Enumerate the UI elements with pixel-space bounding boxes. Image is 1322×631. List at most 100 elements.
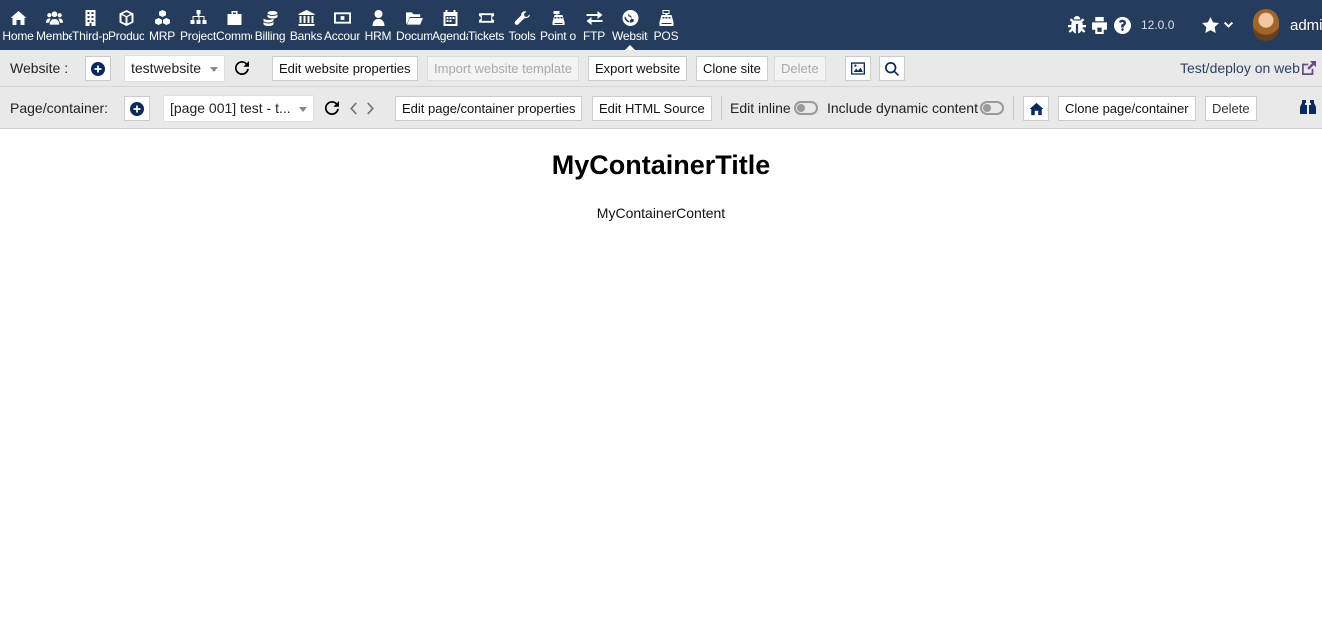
previous-page-icon[interactable] bbox=[347, 100, 359, 116]
menu-members[interactable]: Members bbox=[36, 0, 72, 50]
media-browser-button[interactable] bbox=[845, 56, 871, 81]
menu-billing[interactable]: Billing bbox=[252, 0, 288, 50]
menu-documents[interactable]: Documents bbox=[396, 0, 432, 50]
external-link-icon[interactable] bbox=[1301, 60, 1317, 76]
binoculars-icon[interactable] bbox=[1299, 99, 1317, 115]
refresh-icon[interactable] bbox=[323, 99, 341, 117]
menu-accounting[interactable]: Accounting bbox=[324, 0, 360, 50]
menu-mrp[interactable]: MRP bbox=[144, 0, 180, 50]
add-website-button[interactable] bbox=[85, 56, 111, 81]
menu-agenda[interactable]: Agenda bbox=[432, 0, 468, 50]
website-label: Website : bbox=[10, 60, 69, 76]
import-website-template-button[interactable]: Import website template bbox=[427, 56, 580, 81]
export-website-button[interactable]: Export website bbox=[588, 56, 688, 81]
members-icon bbox=[36, 10, 72, 26]
home-icon bbox=[0, 10, 36, 26]
building-icon bbox=[72, 10, 108, 26]
edit-inline-toggle[interactable] bbox=[794, 101, 818, 115]
menu-home-label: Home bbox=[2, 29, 34, 43]
next-page-icon[interactable] bbox=[364, 100, 376, 116]
test-deploy-link[interactable]: Test/deploy on web bbox=[1180, 60, 1300, 76]
include-dynamic-content-label: Include dynamic content bbox=[827, 100, 978, 116]
clone-site-button[interactable]: Clone site bbox=[696, 56, 768, 81]
menu-projects-label: Projects bbox=[180, 29, 216, 43]
menu-websites[interactable]: Websites bbox=[612, 0, 648, 50]
refresh-icon[interactable] bbox=[233, 59, 251, 77]
plus-circle-icon bbox=[130, 101, 144, 116]
edit-page-properties-button[interactable]: Edit page/container properties bbox=[395, 96, 583, 121]
menu-pos[interactable]: POS bbox=[648, 0, 684, 50]
page-container-toolbar: Page/container: [page 001] test - t... E… bbox=[0, 87, 1322, 129]
page-container-label: Page/container: bbox=[10, 100, 109, 116]
coins-icon bbox=[252, 10, 288, 26]
dynamic-content-toggle[interactable] bbox=[980, 101, 1004, 115]
toolbar-divider bbox=[1013, 96, 1014, 120]
menu-agenda-label: Agenda bbox=[432, 29, 468, 43]
user-tie-icon bbox=[360, 10, 396, 26]
container-title: MyContainerTitle bbox=[551, 150, 771, 180]
chevron-down-icon[interactable] bbox=[1223, 0, 1234, 50]
menu-tools[interactable]: Tools bbox=[504, 0, 540, 50]
menu-products[interactable]: Products bbox=[108, 0, 144, 50]
website-toolbar: Website : testwebsite Edit website prope… bbox=[0, 50, 1322, 87]
wrench-icon bbox=[504, 10, 540, 26]
help-icon[interactable] bbox=[1114, 0, 1131, 50]
clone-page-button[interactable]: Clone page/container bbox=[1058, 96, 1196, 121]
container-content: MyContainerContent bbox=[596, 205, 726, 221]
menu-documents-label: Documents bbox=[396, 29, 432, 43]
edit-website-properties-button[interactable]: Edit website properties bbox=[272, 56, 418, 81]
cube-icon bbox=[108, 10, 144, 26]
user-avatar-button[interactable] bbox=[1253, 0, 1279, 50]
menu-projects[interactable]: Projects bbox=[180, 0, 216, 50]
menu-point-of-sale[interactable]: Point of sale bbox=[540, 0, 576, 50]
search-icon bbox=[885, 61, 899, 76]
toolbar-divider bbox=[721, 96, 722, 120]
sitemap-icon bbox=[180, 10, 216, 26]
menu-billing-label: Billing bbox=[254, 29, 286, 43]
menu-members-label: Members bbox=[36, 29, 72, 43]
set-home-page-button[interactable] bbox=[1023, 96, 1049, 121]
menu-websites-label: Websites bbox=[612, 29, 648, 43]
menu-tickets[interactable]: Tickets bbox=[468, 0, 504, 50]
menu-point-of-sale-label: Point of sale bbox=[540, 29, 576, 43]
image-icon bbox=[851, 62, 865, 75]
edit-html-source-button[interactable]: Edit HTML Source bbox=[592, 96, 712, 121]
pos-icon bbox=[648, 10, 684, 26]
bug-icon[interactable] bbox=[1068, 0, 1086, 50]
page-select-value: [page 001] test - t... bbox=[170, 100, 291, 116]
briefcase-icon bbox=[216, 10, 252, 26]
folder-open-icon bbox=[396, 10, 432, 26]
menu-ftp[interactable]: FTP bbox=[576, 0, 612, 50]
menu-hrm-label: HRM bbox=[364, 29, 392, 43]
avatar bbox=[1253, 9, 1279, 41]
printer-icon[interactable] bbox=[1091, 0, 1108, 50]
menu-ftp-label: FTP bbox=[582, 29, 606, 43]
dropdown-caret-icon bbox=[299, 107, 307, 112]
bank-icon bbox=[288, 10, 324, 26]
menu-products-label: Products bbox=[108, 29, 144, 43]
menu-third-parties[interactable]: Third-parties bbox=[72, 0, 108, 50]
menu-home[interactable]: Home bbox=[0, 0, 36, 50]
bookmarks-star-icon[interactable] bbox=[1202, 0, 1219, 50]
search-button[interactable] bbox=[879, 56, 905, 81]
version-text: 12.0.0 bbox=[1141, 18, 1175, 32]
menu-mrp-label: MRP bbox=[148, 29, 176, 43]
edit-inline-label: Edit inline bbox=[730, 100, 791, 116]
menu-commercial[interactable]: Commercial bbox=[216, 0, 252, 50]
website-select[interactable]: testwebsite bbox=[124, 55, 225, 82]
exchange-icon bbox=[576, 10, 612, 26]
dropdown-caret-icon bbox=[210, 67, 218, 72]
page-select[interactable]: [page 001] test - t... bbox=[163, 95, 314, 122]
top-right-toolbar: 12.0.0 admin bbox=[1032, 0, 1322, 50]
delete-page-button[interactable]: Delete bbox=[1205, 96, 1257, 121]
menu-hrm[interactable]: HRM bbox=[360, 0, 396, 50]
home-icon bbox=[1029, 102, 1043, 115]
menu-third-parties-label: Third-parties bbox=[72, 29, 108, 43]
cash-register-icon bbox=[540, 10, 576, 26]
menu-banks[interactable]: Banks bbox=[288, 0, 324, 50]
menu-tools-label: Tools bbox=[508, 29, 536, 43]
username-label[interactable]: admin bbox=[1290, 0, 1322, 50]
ticket-icon bbox=[468, 10, 504, 26]
delete-site-button[interactable]: Delete bbox=[774, 56, 826, 81]
add-page-button[interactable] bbox=[124, 96, 150, 121]
